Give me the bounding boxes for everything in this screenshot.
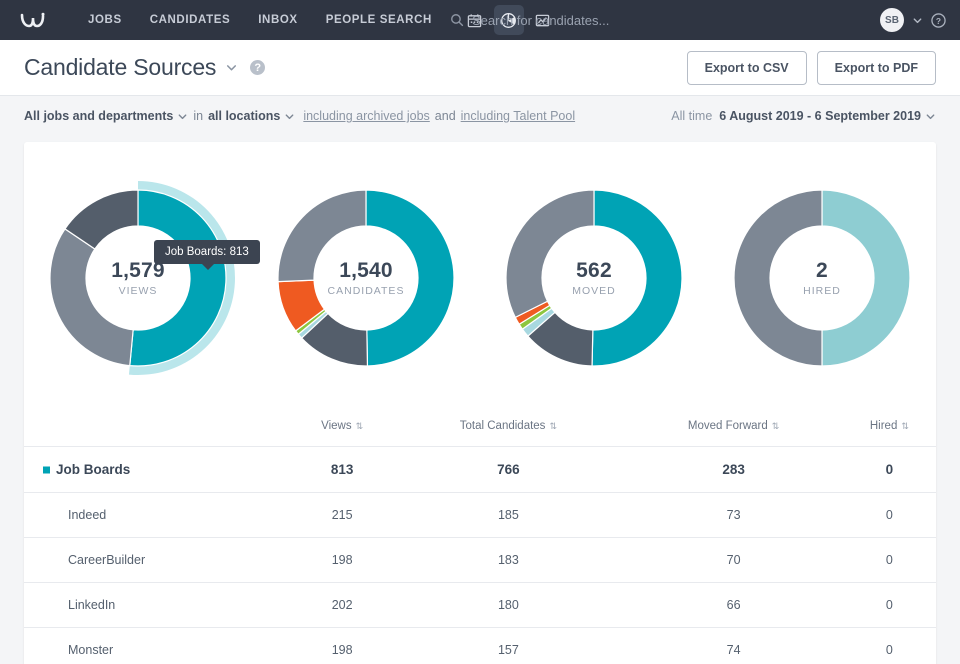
table-row[interactable]: Indeed 215 185 73 0 — [24, 492, 936, 538]
row-views-cell: 202 — [292, 582, 393, 628]
table-row[interactable]: CareerBuilder 198 183 70 0 — [24, 537, 936, 583]
date-range-chevron-down-icon[interactable] — [925, 111, 936, 122]
table-row[interactable]: Job Boards 813 766 283 0 — [24, 446, 936, 493]
page-title: Candidate Sources — [24, 54, 217, 80]
jobs-filter[interactable]: All jobs and departments — [24, 109, 173, 123]
sort-icon-total-candidates[interactable]: ⇅ — [549, 421, 557, 431]
locations-filter-chevron-down-icon[interactable] — [284, 111, 295, 122]
nav-link-jobs[interactable]: JOBS — [74, 0, 136, 40]
col-header-hired[interactable]: Hired ⇅ — [843, 406, 936, 447]
export-to-pdf-button[interactable]: Export to PDF — [816, 50, 936, 85]
workable-logo[interactable] — [18, 9, 52, 31]
col-header-total-candidates[interactable]: Total Candidates ⇅ — [392, 406, 624, 447]
table-header-row: Views ⇅ Total Candidates ⇅ Moved Forward ⇅ … — [24, 406, 936, 447]
chart-tooltip: Job Boards: 813 — [154, 240, 260, 270]
row-candidates-cell: 157 — [392, 627, 625, 664]
table-row[interactable]: LinkedIn 202 180 66 0 — [24, 582, 936, 628]
row-moved-cell: 70 — [624, 537, 843, 583]
row-moved-cell: 66 — [624, 582, 843, 628]
donut-svg-1 — [277, 189, 455, 367]
row-source-cell: LinkedIn — [24, 582, 292, 628]
source-color-bullet — [43, 466, 50, 473]
locations-filter[interactable]: all locations — [208, 109, 280, 123]
including-archived-jobs-link[interactable]: including archived jobs — [303, 109, 429, 123]
donut-slice[interactable] — [277, 189, 367, 283]
donut-chart-views[interactable]: 1,579 VIEWS Job Boards: 813 — [24, 164, 260, 392]
sort-icon-hired[interactable]: ⇅ — [901, 421, 909, 431]
row-views-cell: 198 — [292, 627, 393, 664]
all-time-label: All time — [671, 109, 713, 123]
row-hired-cell: 0 — [842, 492, 936, 538]
row-source-cell: Monster — [24, 627, 292, 664]
date-range-value[interactable]: 6 August 2019 - 6 September 2019 — [719, 109, 921, 123]
donut-slice[interactable] — [505, 189, 595, 319]
top-navigation-bar: JOBS CANDIDATES INBOX PEOPLE SEARCH Sear… — [0, 0, 960, 40]
date-filter: All time 6 August 2019 - 6 September 201… — [671, 109, 936, 123]
help-circle-icon[interactable]: ? — [931, 12, 946, 28]
row-candidates-cell: 183 — [392, 537, 625, 583]
row-views-cell: 198 — [292, 537, 393, 583]
row-hired-cell: 0 — [842, 627, 936, 664]
col-header-source — [24, 406, 292, 447]
nav-link-candidates[interactable]: CANDIDATES — [136, 0, 245, 40]
global-search[interactable] — [450, 12, 702, 28]
header-actions: Export to CSV Export to PDF — [686, 50, 936, 85]
col-header-moved-forward[interactable]: Moved Forward ⇅ — [624, 406, 842, 447]
donut-chart-moved[interactable]: 562 MOVED — [480, 164, 708, 392]
export-to-csv-button[interactable]: Export to CSV — [686, 50, 807, 85]
page-header: Candidate Sources ? Export to CSV Export… — [0, 40, 960, 96]
row-hired-cell: 0 — [842, 446, 936, 493]
row-candidates-cell: 766 — [392, 446, 625, 493]
donut-svg-2 — [505, 189, 683, 367]
donut-slice[interactable] — [49, 228, 134, 367]
row-views-cell: 215 — [292, 492, 393, 538]
report-card: 1,579 VIEWS Job Boards: 813 1,540 CANDID… — [24, 142, 936, 664]
donut-slice[interactable] — [365, 189, 455, 367]
avatar[interactable]: SB — [880, 8, 904, 32]
nav-link-people-search[interactable]: PEOPLE SEARCH — [312, 0, 446, 40]
row-moved-cell: 73 — [624, 492, 843, 538]
donut-chart-row: 1,579 VIEWS Job Boards: 813 1,540 CANDID… — [24, 142, 936, 406]
row-source-cell: Indeed — [24, 492, 292, 538]
search-input[interactable] — [472, 12, 702, 28]
table-row[interactable]: Monster 198 157 74 0 — [24, 627, 936, 664]
sources-table-body: Job Boards 813 766 283 0 Indeed 215 185 73 0 Caree… — [24, 446, 936, 664]
row-views-cell: 813 — [292, 446, 393, 493]
row-hired-cell: 0 — [842, 537, 936, 583]
jobs-filter-chevron-down-icon[interactable] — [177, 111, 188, 122]
page-help-icon[interactable]: ? — [250, 60, 266, 75]
sources-table-head: Views ⇅ Total Candidates ⇅ Moved Forward ⇅ … — [24, 406, 936, 447]
donut-chart-candidates[interactable]: 1,540 CANDIDATES — [252, 164, 480, 392]
page-title-chevron-down-icon[interactable] — [225, 61, 238, 74]
sources-table: Views ⇅ Total Candidates ⇅ Moved Forward ⇅ … — [24, 406, 936, 664]
nav-link-inbox[interactable]: INBOX — [244, 0, 311, 40]
filter-bar: All jobs and departments in all location… — [0, 96, 960, 136]
donut-svg-3 — [733, 189, 911, 367]
primary-nav-links: JOBS CANDIDATES INBOX PEOPLE SEARCH — [74, 0, 446, 40]
sort-icon-moved-forward[interactable]: ⇅ — [772, 421, 780, 431]
chevron-down-icon[interactable] — [912, 15, 923, 26]
donut-chart-hired[interactable]: 2 HIRED — [708, 164, 936, 392]
row-candidates-cell: 180 — [392, 582, 625, 628]
filter-in-label: in — [193, 109, 204, 123]
row-candidates-cell: 185 — [392, 492, 625, 538]
donut-slice[interactable] — [821, 189, 911, 367]
col-header-views[interactable]: Views ⇅ — [292, 406, 392, 447]
including-talent-pool-link[interactable]: including Talent Pool — [461, 109, 575, 123]
row-moved-cell: 283 — [624, 446, 843, 493]
row-hired-cell: 0 — [842, 582, 936, 628]
donut-svg-0 — [49, 181, 236, 375]
donut-slice[interactable] — [733, 189, 823, 367]
search-icon — [450, 13, 464, 27]
row-moved-cell: 74 — [624, 627, 843, 664]
filter-and-label: and — [434, 109, 456, 123]
svg-text:?: ? — [936, 15, 941, 25]
row-source-cell: CareerBuilder — [24, 537, 292, 583]
sort-icon-views[interactable]: ⇅ — [356, 421, 364, 431]
row-source-cell: Job Boards — [24, 446, 292, 493]
topnav-right-group: SB ? — [880, 8, 946, 32]
donut-slice[interactable] — [591, 189, 683, 367]
